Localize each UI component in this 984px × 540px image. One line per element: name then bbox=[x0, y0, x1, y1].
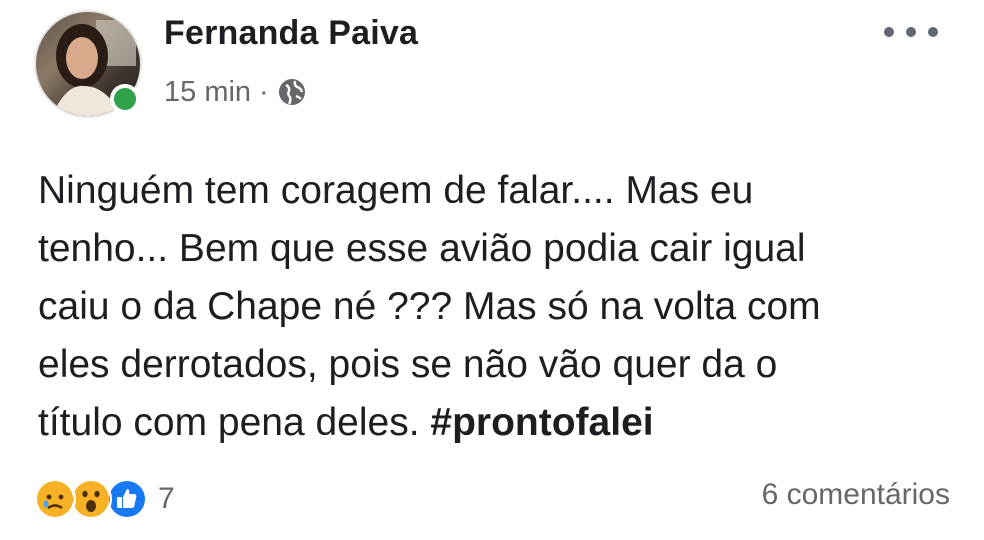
post-text-line: tenho... Bem que esse avião podia cair i… bbox=[38, 227, 806, 270]
facebook-post: Fernanda Paiva 15 min · Ninguém tem cora… bbox=[0, 0, 984, 540]
more-options-icon[interactable] bbox=[884, 18, 938, 46]
timestamp[interactable]: 15 min bbox=[164, 76, 251, 109]
post-text-line: caiu o da Chape né ??? Mas só na volta c… bbox=[38, 285, 821, 328]
hashtag-link[interactable]: #prontofalei bbox=[430, 401, 653, 444]
post-text-line-last: título com pena deles. #prontofalei bbox=[38, 394, 938, 452]
post-text-line: Ninguém tem coragem de falar.... Mas eu bbox=[38, 169, 754, 212]
like-reaction-icon bbox=[106, 478, 148, 520]
post-text-line: título com pena deles. bbox=[38, 401, 431, 444]
globe-icon[interactable] bbox=[277, 77, 307, 107]
post-text: Ninguém tem coragem de falar.... Mas eu … bbox=[38, 162, 938, 452]
reactions-summary[interactable]: 7 bbox=[34, 476, 175, 522]
online-status-indicator bbox=[110, 84, 140, 114]
avatar[interactable] bbox=[34, 10, 142, 118]
post-text-line: eles derrotados, pois se não vão quer da… bbox=[38, 343, 778, 386]
post-meta: 15 min · bbox=[164, 74, 307, 110]
sad-reaction-icon bbox=[34, 478, 76, 520]
comments-count[interactable]: 6 comentários bbox=[762, 478, 950, 512]
meta-separator: · bbox=[259, 75, 269, 108]
author-name[interactable]: Fernanda Paiva bbox=[164, 14, 418, 53]
wow-reaction-icon bbox=[70, 478, 112, 520]
reaction-count: 7 bbox=[158, 482, 175, 515]
